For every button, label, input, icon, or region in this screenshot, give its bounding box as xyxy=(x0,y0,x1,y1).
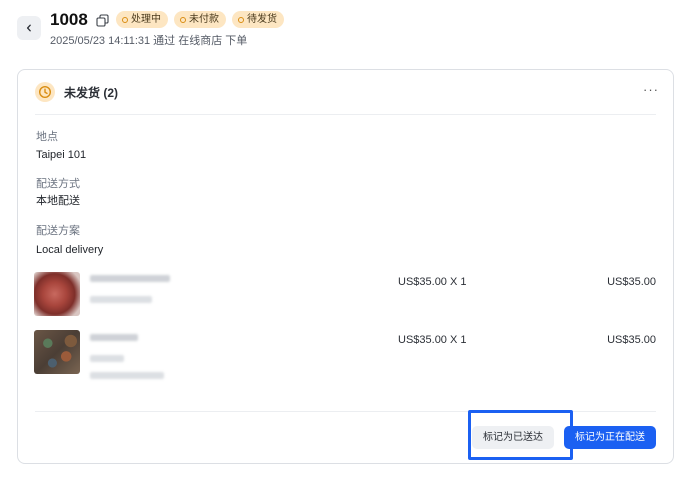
card-title: 未发货 (2) xyxy=(64,85,119,100)
status-dot-icon xyxy=(238,16,244,23)
copy-icon[interactable] xyxy=(96,14,109,27)
back-button[interactable] xyxy=(17,16,41,40)
item-total: US$35.00 xyxy=(607,276,656,288)
product-thumbnail[interactable] xyxy=(34,272,80,316)
more-horizontal-icon[interactable]: ··· xyxy=(643,83,659,96)
status-badge-unfulfilled: 待发货 xyxy=(232,11,284,28)
blurred-product-variant xyxy=(90,355,124,362)
card-header: 未发货 (2) ··· xyxy=(35,80,661,104)
status-badge-unpaid: 未付款 xyxy=(174,11,226,28)
shipping-plan-label: 配送方案 xyxy=(36,225,80,237)
badge-label: 未付款 xyxy=(189,14,219,25)
card-actions: 标记为已送达 标记为正在配送 xyxy=(472,426,656,449)
location-value: Taipei 101 xyxy=(36,149,87,161)
product-thumbnail[interactable] xyxy=(34,330,80,374)
badge-label: 处理中 xyxy=(131,14,161,25)
status-dot-icon xyxy=(122,16,128,23)
shipping-method-label: 配送方式 xyxy=(36,178,80,190)
item-unit-price: US$35.00 X 1 xyxy=(398,334,467,346)
order-number: 1008 xyxy=(50,10,88,29)
blurred-product-sku xyxy=(90,372,164,379)
chevron-left-icon xyxy=(26,24,31,32)
blurred-product-name xyxy=(90,334,138,341)
status-dot-icon xyxy=(180,16,186,23)
clock-icon xyxy=(35,82,55,102)
shipping-plan-value: Local delivery xyxy=(36,244,104,256)
location-label: 地点 xyxy=(36,131,58,143)
mark-delivering-button[interactable]: 标记为正在配送 xyxy=(564,426,656,449)
item-total: US$35.00 xyxy=(607,334,656,346)
status-badge-processing: 处理中 xyxy=(116,11,168,28)
divider xyxy=(35,114,656,115)
mark-delivered-button[interactable]: 标记为已送达 xyxy=(472,426,554,449)
item-unit-price: US$35.00 X 1 xyxy=(398,276,467,288)
shipping-method-value: 本地配送 xyxy=(36,195,80,207)
fulfillment-card: 未发货 (2) ··· 地点 Taipei 101 配送方式 本地配送 配送方案… xyxy=(17,69,674,464)
status-badges: 处理中 未付款 待发货 xyxy=(116,11,284,28)
badge-label: 待发货 xyxy=(247,14,277,25)
divider xyxy=(35,411,656,412)
order-subtitle: 2025/05/23 14:11:31 通过 在线商店 下单 xyxy=(50,35,248,47)
blurred-product-name xyxy=(90,275,170,282)
blurred-product-variant xyxy=(90,296,152,303)
